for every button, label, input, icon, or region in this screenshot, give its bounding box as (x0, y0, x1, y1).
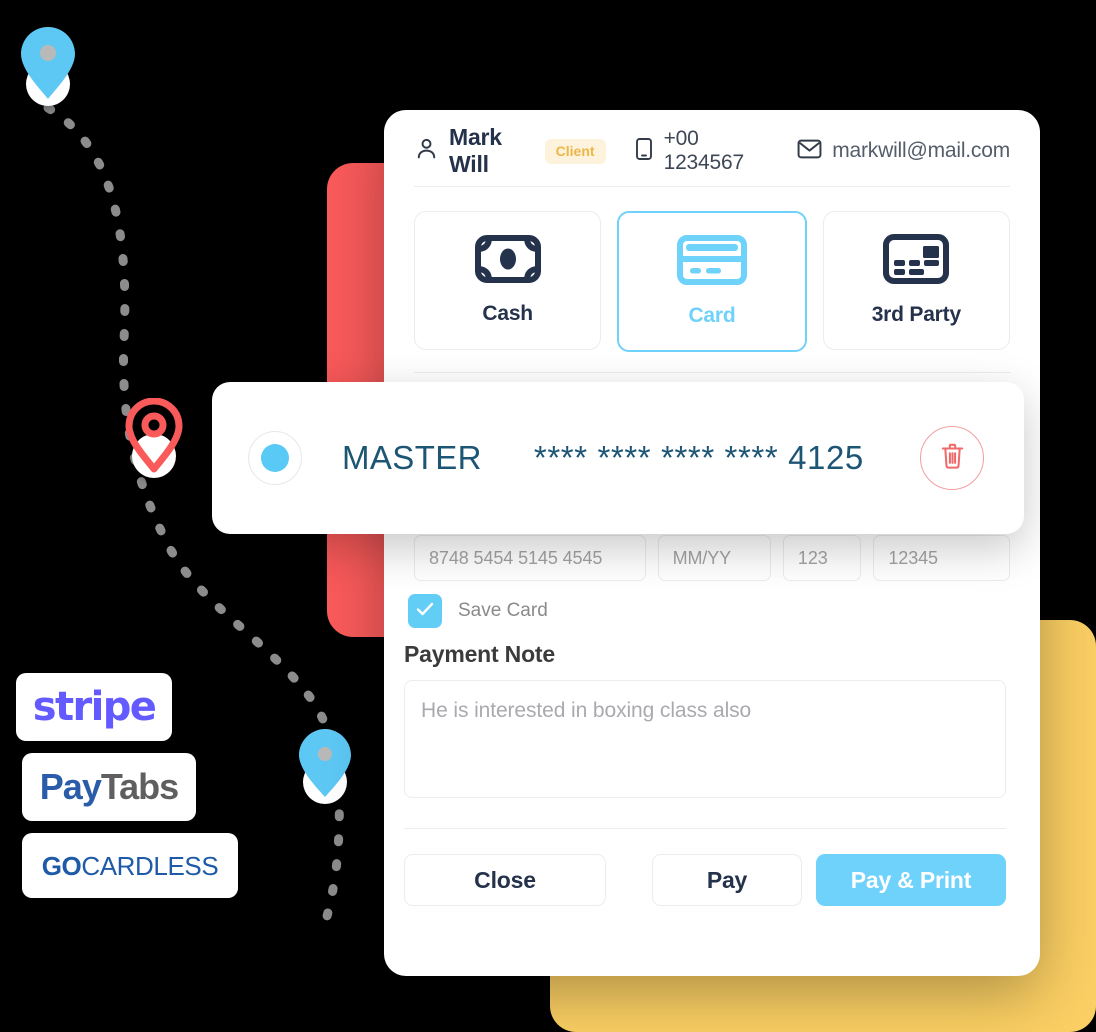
envelope-icon (797, 138, 822, 165)
payment-method-group: Cash Card 3rd Party (384, 187, 1040, 352)
pin-base (303, 760, 347, 804)
payment-method-card[interactable]: Card (617, 211, 807, 352)
pin-base (132, 434, 176, 478)
paytabs-wordmark: PayTabs (39, 766, 179, 807)
payment-method-cash[interactable]: Cash (414, 211, 602, 350)
customer-name: Mark Will (449, 124, 502, 177)
payment-method-cash-label: Cash (482, 302, 533, 325)
customer-identity: Mark Will Client (414, 124, 606, 178)
saved-card-number: **** **** **** **** 4125 (533, 439, 864, 476)
customer-phone: +00 1234567 (663, 127, 745, 174)
saved-card-radio[interactable] (248, 431, 302, 485)
map-pin-blue-top (21, 27, 75, 106)
save-card-row: Save Card (408, 594, 548, 628)
check-icon (416, 602, 434, 621)
provider-logo-stripe[interactable]: stripe (16, 673, 172, 741)
delete-card-button[interactable] (920, 426, 984, 490)
payment-method-third-party[interactable]: 3rd Party (822, 211, 1010, 350)
trash-icon (939, 442, 966, 475)
payment-note-title: Payment Note (404, 641, 555, 667)
pin-glyph (125, 398, 183, 473)
paytabs-word-tabs: Tabs (100, 766, 179, 807)
save-card-checkbox[interactable] (408, 594, 442, 628)
customer-email-group: markwill@mail.com (797, 138, 1010, 165)
third-party-card-icon (883, 234, 950, 289)
close-button[interactable]: Close (404, 854, 606, 906)
card-cvv-input[interactable]: 123 (782, 535, 862, 581)
pin-base (26, 62, 70, 106)
payment-note-textarea[interactable]: He is interested in boxing class also (404, 680, 1006, 798)
save-card-label: Save Card (458, 600, 548, 621)
card-expiry-input[interactable]: MM/YY (657, 535, 771, 581)
card-cvv-placeholder: 123 (797, 547, 828, 568)
saved-card-radio-dot (261, 444, 289, 472)
saved-card-brand: MASTER (342, 439, 482, 476)
payment-method-third-party-label: 3rd Party (871, 303, 961, 326)
pin-glyph (21, 27, 75, 99)
card-fields-row: 8748 5454 5145 4545 MM/YY 123 12345 (384, 535, 1040, 581)
saved-card-row[interactable]: MASTER **** **** **** **** 4125 (212, 382, 1024, 534)
mobile-icon (634, 137, 654, 166)
card-zip-placeholder: 12345 (888, 547, 938, 568)
cash-banknote-icon (474, 235, 541, 288)
panel-header: Mark Will Client +00 1234567 markwill@ma… (384, 110, 1040, 177)
paytabs-word-pay: Pay (39, 766, 102, 807)
customer-phone-group: +00 1234567 (634, 127, 775, 175)
payment-panel: Mark Will Client +00 1234567 markwill@ma… (384, 110, 1040, 976)
provider-logo-paytabs[interactable]: PayTabs (22, 753, 196, 821)
map-pin-red-middle (125, 398, 183, 478)
card-number-input[interactable]: 8748 5454 5145 4545 (414, 535, 646, 581)
scene: stripe PayTabs GOCARDLESS Mark Will Clie… (0, 0, 1096, 1032)
footer-divider (404, 828, 1006, 829)
status-badge: Client (544, 138, 606, 164)
card-expiry-placeholder: MM/YY (672, 547, 732, 568)
panel-footer: Close Pay Pay & Print (404, 854, 1006, 906)
gocardless-wordmark: GOCARDLESS (42, 853, 219, 879)
payment-method-card-label: Card (688, 304, 736, 327)
payment-note-placeholder: He is interested in boxing class also (421, 699, 752, 722)
card-zip-input[interactable]: 12345 (873, 535, 1010, 581)
customer-email: markwill@mail.com (832, 139, 1010, 162)
gocardless-word-go: GO (41, 850, 82, 881)
credit-card-icon (676, 235, 747, 290)
gocardless-word-cardless: CARDLESS (81, 850, 219, 881)
map-pin-blue-bottom (299, 729, 351, 804)
stripe-wordmark: stripe (32, 684, 157, 730)
user-icon (414, 136, 439, 166)
pay-button[interactable]: Pay (652, 854, 802, 906)
card-number-placeholder: 8748 5454 5145 4545 (429, 547, 603, 568)
methods-divider (414, 372, 1010, 373)
pay-and-print-button[interactable]: Pay & Print (816, 854, 1006, 906)
provider-logo-gocardless[interactable]: GOCARDLESS (22, 833, 238, 898)
pin-glyph (299, 729, 351, 797)
